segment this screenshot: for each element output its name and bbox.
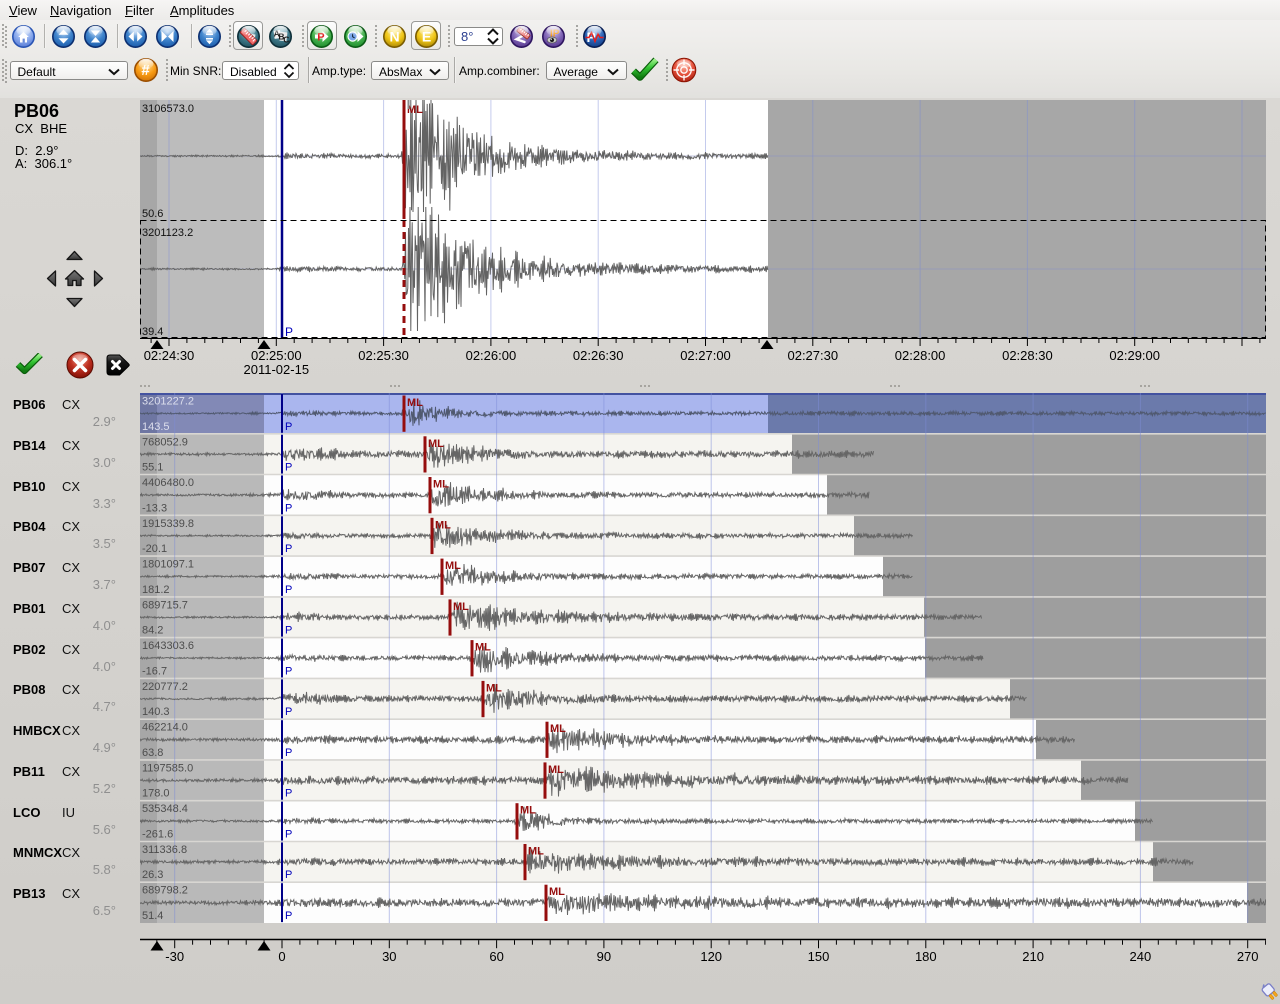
svg-text:02:25:30: 02:25:30 xyxy=(358,348,409,363)
svg-text:210: 210 xyxy=(1022,949,1044,964)
svg-text:C: C xyxy=(283,34,289,44)
svg-text:84.2: 84.2 xyxy=(142,625,163,637)
svg-text:02:28:00: 02:28:00 xyxy=(895,348,946,363)
svg-text:1643303.6: 1643303.6 xyxy=(142,640,194,652)
svg-text:P: P xyxy=(285,462,292,474)
svg-text:P: P xyxy=(285,910,292,922)
svg-text:ML: ML xyxy=(445,560,461,572)
svg-text:02:26:00: 02:26:00 xyxy=(466,348,517,363)
svg-text:311336.8: 311336.8 xyxy=(142,844,187,856)
svg-text:02:24:30: 02:24:30 xyxy=(144,348,195,363)
svg-text:-261.6: -261.6 xyxy=(142,829,173,841)
svg-text:P: P xyxy=(285,325,293,339)
svg-text:P: P xyxy=(285,421,292,433)
svg-text:-16.7: -16.7 xyxy=(142,665,167,677)
svg-text:39.4: 39.4 xyxy=(142,326,163,338)
svg-text:30: 30 xyxy=(382,949,396,964)
svg-text:3201227.2: 3201227.2 xyxy=(142,396,194,408)
svg-text:51.4: 51.4 xyxy=(142,910,163,922)
svg-text:P: P xyxy=(285,869,292,881)
svg-text:1197585.0: 1197585.0 xyxy=(142,762,193,774)
svg-text:60: 60 xyxy=(489,949,503,964)
svg-text:-13.3: -13.3 xyxy=(142,502,167,514)
svg-text:ML: ML xyxy=(475,642,491,654)
svg-text:P: P xyxy=(285,625,292,637)
svg-text:02:27:30: 02:27:30 xyxy=(787,348,838,363)
svg-text:220777.2: 220777.2 xyxy=(142,681,188,693)
svg-text:689798.2: 689798.2 xyxy=(142,885,188,897)
svg-text:P: P xyxy=(285,747,292,759)
svg-text:4406480.0: 4406480.0 xyxy=(142,477,194,489)
svg-text:ML: ML xyxy=(435,519,451,531)
svg-text:50.6: 50.6 xyxy=(142,208,163,220)
svg-text:768052.9: 768052.9 xyxy=(142,436,188,448)
svg-text:1915339.8: 1915339.8 xyxy=(142,518,194,530)
svg-text:P: P xyxy=(285,706,292,718)
svg-text:P: P xyxy=(285,788,292,800)
svg-text:143.5: 143.5 xyxy=(142,421,170,433)
svg-text:02:27:00: 02:27:00 xyxy=(680,348,731,363)
svg-text:120: 120 xyxy=(700,949,722,964)
svg-text:02:25:00: 02:25:00 xyxy=(251,348,302,363)
svg-text:02:29:00: 02:29:00 xyxy=(1109,348,1160,363)
svg-text:26.3: 26.3 xyxy=(142,869,163,881)
svg-text:63.8: 63.8 xyxy=(142,747,163,759)
svg-text:150: 150 xyxy=(808,949,830,964)
svg-text:ML: ML xyxy=(548,764,564,776)
svg-text:689715.7: 689715.7 xyxy=(142,599,188,611)
svg-text:3201123.2: 3201123.2 xyxy=(142,227,193,239)
svg-text:462214.0: 462214.0 xyxy=(142,722,188,734)
svg-text:ML: ML xyxy=(433,479,449,491)
svg-text:1801097.1: 1801097.1 xyxy=(142,559,194,571)
svg-text:P: P xyxy=(285,665,292,677)
svg-text:270: 270 xyxy=(1237,949,1259,964)
svg-text:535348.4: 535348.4 xyxy=(142,803,188,815)
svg-text:P: P xyxy=(285,584,292,596)
svg-text:240: 240 xyxy=(1130,949,1152,964)
svg-text:ML: ML xyxy=(528,846,544,858)
svg-text:0: 0 xyxy=(278,949,285,964)
svg-text:P: P xyxy=(285,543,292,555)
svg-text:181.2: 181.2 xyxy=(142,584,170,596)
svg-text:90: 90 xyxy=(597,949,611,964)
svg-text:ML: ML xyxy=(549,886,565,898)
svg-text:-30: -30 xyxy=(165,949,184,964)
svg-text:-20.1: -20.1 xyxy=(142,543,167,555)
svg-text:2011-02-15: 2011-02-15 xyxy=(244,362,310,377)
svg-text:ML: ML xyxy=(428,438,444,450)
svg-text:178.0: 178.0 xyxy=(142,788,170,800)
svg-text:55.1: 55.1 xyxy=(142,462,163,474)
svg-text:3106573.0: 3106573.0 xyxy=(142,103,194,115)
svg-text:P: P xyxy=(285,502,292,514)
svg-text:02:26:30: 02:26:30 xyxy=(573,348,624,363)
svg-text:140.3: 140.3 xyxy=(142,706,170,718)
svg-text:ML: ML xyxy=(407,397,423,409)
svg-text:ML: ML xyxy=(550,723,566,735)
svg-text:02:28:30: 02:28:30 xyxy=(1002,348,1053,363)
svg-text:P: P xyxy=(285,829,292,841)
svg-text:ML: ML xyxy=(453,601,469,613)
svg-text:ML: ML xyxy=(520,805,536,817)
svg-text:ML: ML xyxy=(486,682,502,694)
svg-text:180: 180 xyxy=(915,949,937,964)
